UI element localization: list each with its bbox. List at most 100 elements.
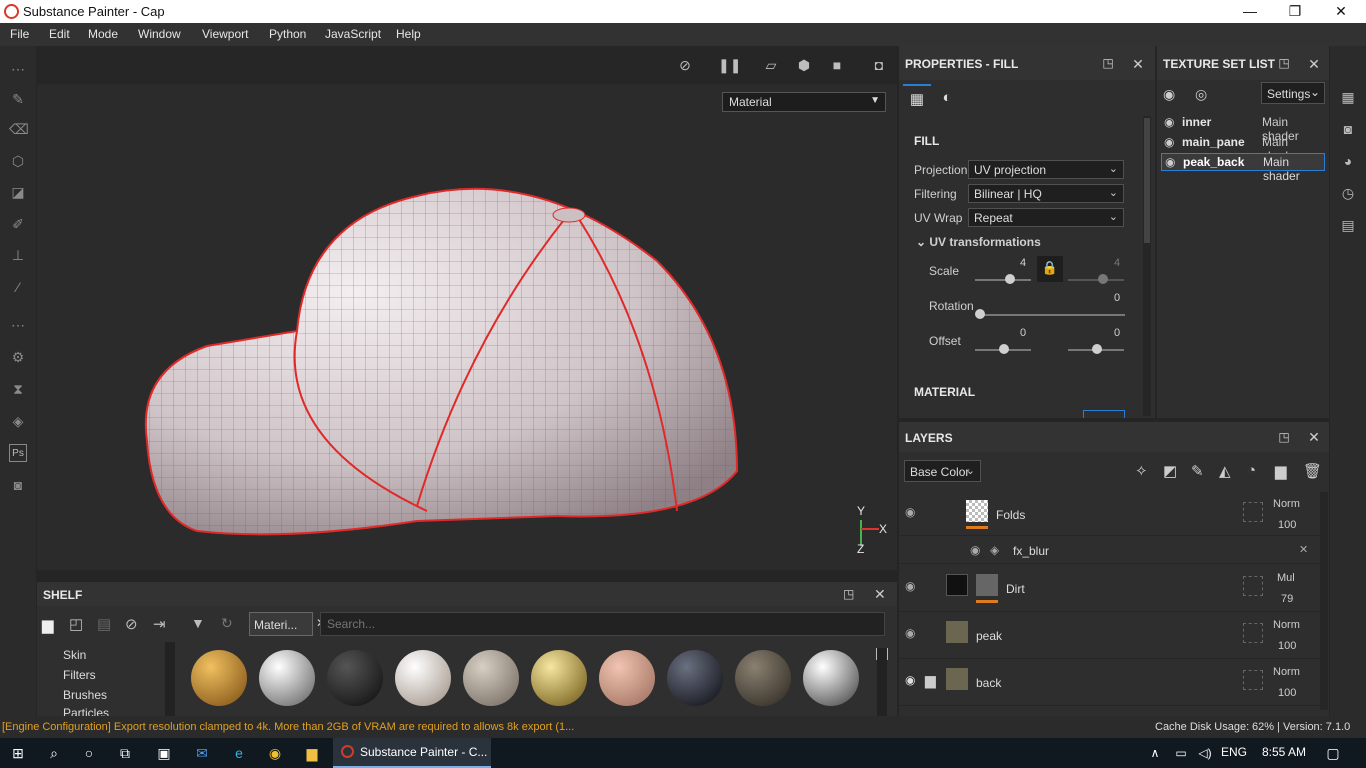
camera-video-icon[interactable]: ■ xyxy=(827,56,847,74)
network-icon[interactable]: ▭ xyxy=(1172,744,1190,762)
close-icon[interactable]: ✕ xyxy=(1131,56,1145,73)
notifications-icon[interactable]: ▢ xyxy=(1324,744,1342,762)
material-thumbnail[interactable] xyxy=(191,650,247,706)
texture-set-row[interactable]: ◉ inner Main shader xyxy=(1161,114,1325,143)
float-icon[interactable]: ◳ xyxy=(1277,430,1291,444)
close-icon[interactable]: ✕ xyxy=(1307,429,1321,446)
eye-icon[interactable]: ◉ xyxy=(1164,115,1174,129)
maximize-button[interactable]: ❐ xyxy=(1272,0,1318,23)
filter-icon[interactable]: ▼ xyxy=(191,615,205,631)
shelf-search-input[interactable] xyxy=(320,612,885,636)
shelf-category-filters[interactable]: Filters xyxy=(63,668,96,682)
camera-icon[interactable]: ◙ xyxy=(9,476,27,494)
material-channel-toggle[interactable] xyxy=(1083,410,1125,418)
taskbar-app-substance[interactable]: Substance Painter - C... xyxy=(333,738,491,768)
texture-set-settings-icon[interactable]: ▦ xyxy=(1339,88,1357,106)
add-paint-layer-icon[interactable]: ✎ xyxy=(1191,462,1204,480)
rotation-slider[interactable] xyxy=(979,314,1125,316)
add-fill-layer-icon[interactable]: ◭ xyxy=(1219,462,1231,480)
material-thumbnail[interactable] xyxy=(463,650,519,706)
material-scrollbar[interactable] xyxy=(877,648,887,716)
rotation-knob[interactable] xyxy=(975,309,985,319)
material-thumbnail[interactable] xyxy=(803,650,859,706)
close-icon[interactable]: ✕ xyxy=(1307,56,1321,73)
menu-edit[interactable]: Edit xyxy=(49,27,70,41)
scale-knob-u[interactable] xyxy=(1005,274,1015,284)
cap-model[interactable] xyxy=(137,141,757,561)
material-thumbnail[interactable] xyxy=(327,650,383,706)
menu-mode[interactable]: Mode xyxy=(88,27,118,41)
new-file-icon[interactable]: ◰ xyxy=(69,615,83,633)
shelf-category-brushes[interactable]: Brushes xyxy=(63,688,107,702)
eye-icon[interactable]: ◉ xyxy=(905,626,915,640)
layers-scrollbar[interactable] xyxy=(1320,492,1328,710)
float-icon[interactable]: ◳ xyxy=(1101,56,1115,70)
history-icon[interactable]: ◷ xyxy=(1339,184,1357,202)
clock[interactable]: 8:55 AM xyxy=(1262,745,1306,759)
layer-mask-slot[interactable] xyxy=(1243,502,1263,522)
close-icon[interactable]: ✕ xyxy=(874,586,886,603)
material-thumbnail[interactable] xyxy=(735,650,791,706)
shelf-category-particles[interactable]: Particles xyxy=(63,706,109,716)
layer-row[interactable]: ◉ peak Norm 100 xyxy=(899,613,1321,659)
uv-transform-header[interactable]: ⌄ UV transformations xyxy=(916,235,1041,249)
material-thumbnail[interactable] xyxy=(599,650,655,706)
3d-view-icon[interactable]: ⬢ xyxy=(794,56,814,74)
material-mode-select[interactable]: Material ▼ xyxy=(722,92,886,112)
windows-start-icon[interactable]: ⊞ xyxy=(9,744,27,762)
material-thumbnail[interactable] xyxy=(395,650,451,706)
viewport[interactable]: ⊘ ❚❚ ▱ ⬢ ■ ◘ Material ▼ Y X Z xyxy=(37,46,897,570)
close-icon[interactable]: ✕ xyxy=(1299,543,1308,556)
material-thumbnail[interactable] xyxy=(531,650,587,706)
projection-select[interactable]: UV projection ⌄ xyxy=(968,160,1124,179)
chevron-up-icon[interactable]: ∧ xyxy=(1146,744,1164,762)
blend-mode[interactable]: Norm xyxy=(1273,498,1300,510)
volume-icon[interactable]: ◁) xyxy=(1196,744,1214,762)
menu-file[interactable]: File xyxy=(10,27,29,41)
visibility-icon[interactable]: ◉ xyxy=(1163,86,1175,103)
language-indicator[interactable]: ENG xyxy=(1221,745,1247,759)
menu-viewport[interactable]: Viewport xyxy=(202,27,248,41)
hourglass-icon[interactable]: ⧗ xyxy=(9,380,27,398)
screenshot-icon[interactable]: ◘ xyxy=(869,56,889,74)
eye-icon[interactable]: ◉ xyxy=(970,543,980,557)
layer-opacity[interactable]: 100 xyxy=(1278,640,1296,652)
cortana-icon[interactable]: ○ xyxy=(80,744,98,762)
float-icon[interactable]: ◳ xyxy=(1277,56,1291,70)
chrome-icon[interactable]: ◉ xyxy=(266,744,284,762)
eye-icon[interactable]: ◉ xyxy=(1165,155,1175,169)
properties-scroll-thumb[interactable] xyxy=(1144,118,1150,243)
import-icon[interactable]: ⇥ xyxy=(153,615,166,633)
delete-icon[interactable]: 🗑 xyxy=(1303,462,1322,480)
menu-javascript[interactable]: JavaScript xyxy=(325,27,381,41)
scale-slider-v[interactable] xyxy=(1068,279,1124,281)
material-thumbnail[interactable] xyxy=(259,650,315,706)
edge-icon[interactable]: e xyxy=(230,744,248,762)
add-smart-material-icon[interactable]: ◔ xyxy=(1247,462,1256,479)
layer-row[interactable]: ◉ Folds Norm 100 xyxy=(899,492,1321,536)
layer-mask-slot[interactable] xyxy=(1243,623,1263,643)
settings-icon[interactable]: ⚙ xyxy=(9,348,27,366)
hide-icon[interactable]: ⊘ xyxy=(125,615,138,633)
blend-mode[interactable]: Norm xyxy=(1273,666,1300,678)
layer-row[interactable]: ◉ Dirt Mul 79 xyxy=(899,566,1321,612)
float-icon[interactable]: ◳ xyxy=(843,587,854,601)
channel-select[interactable]: Base Color ⌄ xyxy=(904,460,981,482)
effect-row[interactable]: ◉ ◈ fx_blur ✕ xyxy=(899,538,1321,564)
store-icon[interactable]: ▣ xyxy=(155,744,173,762)
shelf-tab-materials[interactable]: Materi... ✕ xyxy=(249,612,326,636)
hide-icon[interactable]: ⊘ xyxy=(675,56,695,74)
category-scrollbar[interactable] xyxy=(165,642,175,716)
add-folder-icon[interactable]: ▆ xyxy=(1275,462,1287,480)
photoshop-icon[interactable]: Ps xyxy=(9,444,27,462)
layer-mask-slot[interactable] xyxy=(1243,670,1263,690)
search-icon[interactable]: ⌕ xyxy=(45,744,63,762)
shader-settings-icon[interactable]: ◕ xyxy=(1339,152,1357,170)
file-explorer-icon[interactable]: ▆ xyxy=(303,744,321,762)
offset-knob-u[interactable] xyxy=(999,344,1009,354)
texture-set-row-selected[interactable]: ◉ peak_back Main shader xyxy=(1161,153,1325,183)
2d-view-icon[interactable]: ▱ xyxy=(761,56,781,74)
blend-mode[interactable]: Mul xyxy=(1277,572,1295,584)
color-picker-icon[interactable]: ⁄ xyxy=(9,278,27,296)
layer-opacity[interactable]: 100 xyxy=(1278,687,1296,699)
